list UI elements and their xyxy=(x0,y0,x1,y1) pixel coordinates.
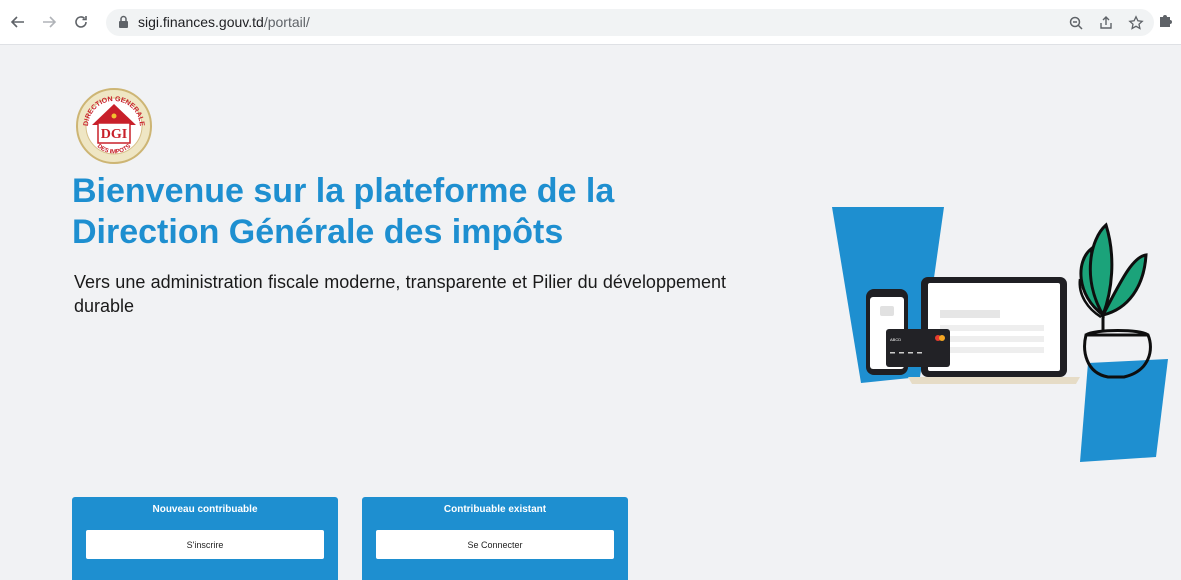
zoom-icon[interactable] xyxy=(1066,13,1086,33)
hero-illustration: ABCD xyxy=(828,205,1173,465)
svg-text:DGI: DGI xyxy=(101,127,127,142)
page-title: Bienvenue sur la plateforme de la Direct… xyxy=(72,171,712,253)
existing-taxpayer-card: Contribuable existant Se Connecter xyxy=(362,497,628,580)
login-button[interactable]: Se Connecter xyxy=(376,530,614,559)
register-button[interactable]: S'inscrire xyxy=(86,530,324,559)
svg-text:ABCD: ABCD xyxy=(890,337,901,342)
page-title-line-2: Direction Générale des impôts xyxy=(72,213,564,251)
forward-icon[interactable] xyxy=(38,11,60,33)
extensions-icon[interactable] xyxy=(1157,12,1173,35)
reload-icon[interactable] xyxy=(70,11,92,33)
existing-taxpayer-title: Contribuable existant xyxy=(443,504,547,515)
page-subtitle: Vers une administration fiscale moderne,… xyxy=(74,272,726,316)
browser-toolbar: sigi.finances.gouv.td/portail/ xyxy=(0,0,1181,45)
page-title-line-1: Bienvenue sur la plateforme de la xyxy=(72,172,615,210)
url-text[interactable]: sigi.finances.gouv.td/portail/ xyxy=(138,14,310,30)
star-icon[interactable] xyxy=(1126,13,1146,33)
share-icon[interactable] xyxy=(1096,13,1116,33)
new-taxpayer-title: Nouveau contribuable xyxy=(152,504,258,515)
dgi-logo: DIRECTION GENERALE DES IMPOTS DGI xyxy=(76,87,152,165)
address-bar[interactable]: sigi.finances.gouv.td/portail/ xyxy=(106,9,1154,36)
new-taxpayer-card: Nouveau contribuable S'inscrire xyxy=(72,497,338,580)
back-icon[interactable] xyxy=(7,11,29,33)
lock-icon[interactable] xyxy=(118,15,129,34)
